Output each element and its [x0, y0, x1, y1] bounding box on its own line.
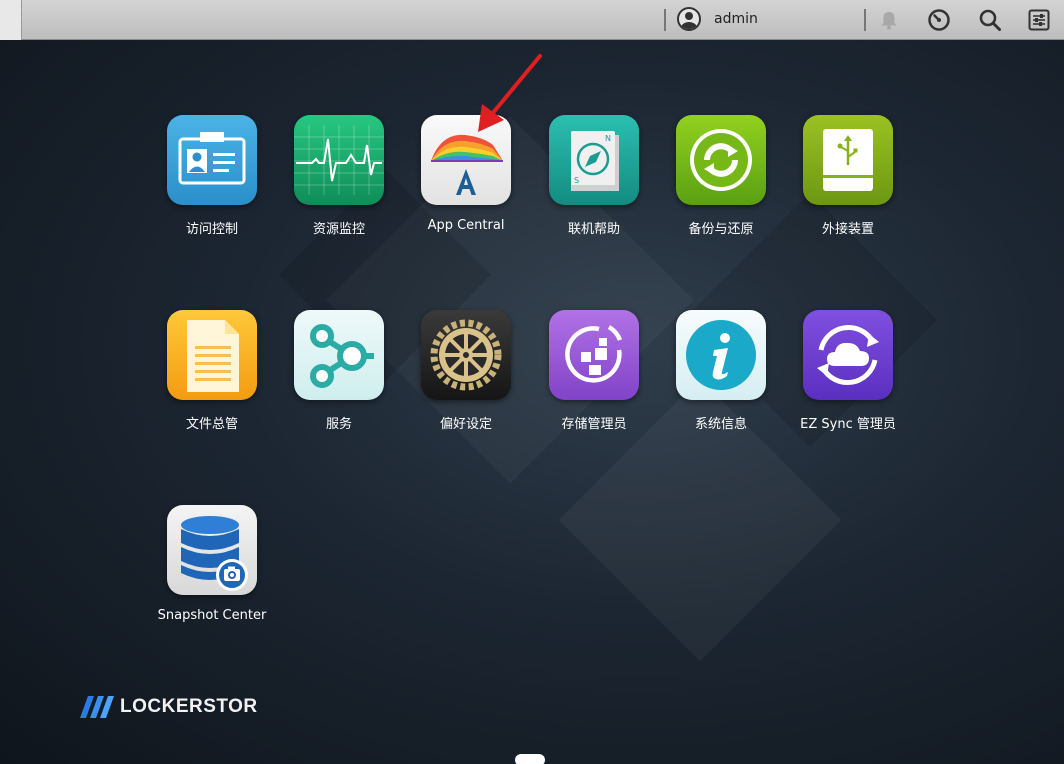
page-indicator[interactable] [515, 754, 545, 764]
preferences-icon[interactable] [421, 310, 511, 400]
lockerstor-logo-icon [80, 696, 114, 718]
app-label: 存储管理员 [561, 417, 627, 432]
app-label: EZ Sync 管理员 [800, 417, 896, 432]
annotation-arrow-icon [478, 54, 542, 132]
app-ez-sync[interactable]: EZ Sync 管理员 [783, 310, 913, 432]
app-storage-manager[interactable]: 存储管理员 [529, 310, 659, 432]
app-services[interactable]: 服务 [274, 310, 404, 432]
search-icon[interactable] [977, 7, 1003, 33]
brand-name: LOCKERSTOR [120, 696, 258, 717]
system-info-icon[interactable] [676, 310, 766, 400]
divider [664, 9, 666, 31]
app-label: 服务 [325, 417, 352, 432]
app-label: 备份与还原 [688, 222, 754, 237]
app-label: Snapshot Center [157, 608, 267, 623]
app-label: 资源监控 [312, 222, 365, 237]
settings-sliders-icon[interactable] [1026, 7, 1052, 33]
app-label: 外接装置 [821, 222, 874, 237]
online-help-icon[interactable]: N S [549, 115, 639, 205]
app-label: 文件总管 [185, 417, 238, 432]
snapshot-center-icon[interactable] [167, 505, 257, 595]
brand-logo: LOCKERSTOR [80, 693, 258, 721]
app-label: 访问控制 [185, 222, 238, 237]
app-file-explorer[interactable]: 文件总管 [147, 310, 277, 432]
app-backup-restore[interactable]: 备份与还原 [656, 115, 786, 237]
app-label: 联机帮助 [567, 222, 620, 237]
app-access-control[interactable]: 访问控制 [147, 115, 277, 237]
external-device-icon[interactable] [803, 115, 893, 205]
access-control-icon[interactable] [167, 115, 257, 205]
storage-manager-icon[interactable] [549, 310, 639, 400]
app-snapshot-center[interactable]: Snapshot Center [147, 505, 277, 623]
app-label: 系统信息 [694, 417, 747, 432]
bell-icon[interactable] [876, 7, 902, 33]
user-name[interactable]: admin [714, 11, 758, 27]
ez-sync-icon[interactable] [803, 310, 893, 400]
app-system-info[interactable]: 系统信息 [656, 310, 786, 432]
divider [864, 9, 866, 31]
svg-text:S: S [574, 176, 579, 185]
top-bar: admin [22, 0, 1064, 40]
app-preferences[interactable]: 偏好设定 [401, 310, 531, 432]
gauge-icon[interactable] [926, 7, 952, 33]
window-edge [0, 0, 22, 40]
resource-monitor-icon[interactable] [294, 115, 384, 205]
app-resource-monitor[interactable]: 资源监控 [274, 115, 404, 237]
services-icon[interactable] [294, 310, 384, 400]
svg-text:N: N [605, 134, 611, 143]
file-explorer-icon[interactable] [167, 310, 257, 400]
backup-restore-icon[interactable] [676, 115, 766, 205]
app-external-devices[interactable]: 外接装置 [783, 115, 913, 237]
user-icon[interactable] [677, 7, 701, 31]
app-label: 偏好设定 [439, 417, 492, 432]
app-label: App Central [427, 218, 505, 233]
